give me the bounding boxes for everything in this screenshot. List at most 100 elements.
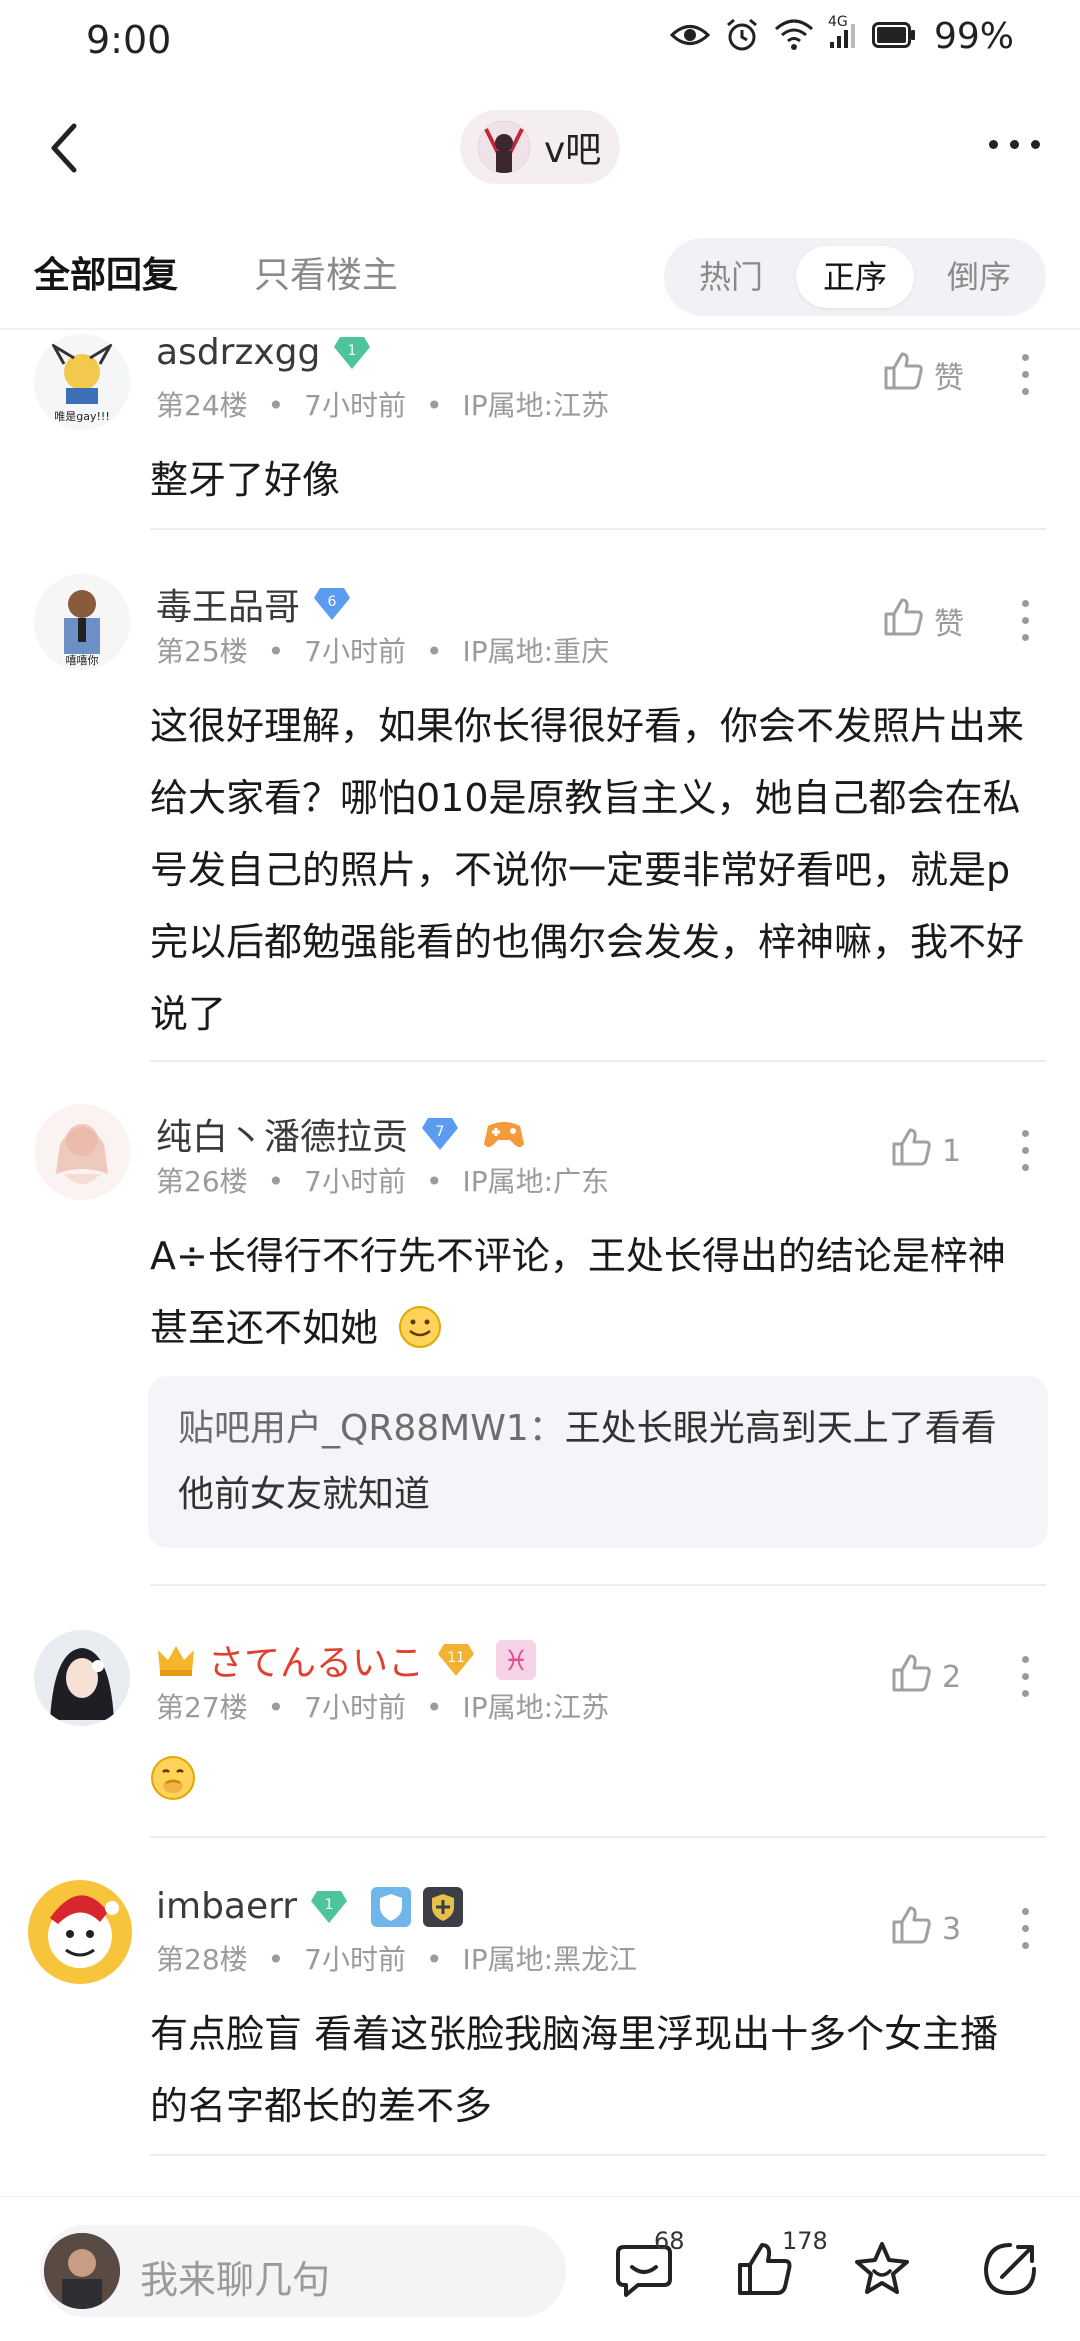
post-time: 7小时前 — [304, 635, 406, 668]
floor-number: 第27楼 — [156, 1691, 248, 1724]
reply-content: A÷长得行不行先不评论，王处长得出的结论是梓神甚至还不如她 — [150, 1220, 1030, 1372]
post-meta: 第26楼 • 7小时前 • IP属地:广东 — [156, 1165, 610, 1198]
divider — [150, 528, 1046, 530]
like-button[interactable]: 1 — [890, 1126, 961, 1176]
post-time: 7小时前 — [304, 1691, 406, 1724]
post-time: 7小时前 — [304, 389, 406, 422]
quoted-reply[interactable]: 贴吧用户_QR88MW1：王处长眼光高到天上了看看他前女友就知道 — [148, 1376, 1048, 1548]
post-meta: 第25楼 • 7小时前 • IP属地:重庆 — [156, 635, 610, 668]
status-bar: 9:00 4G 99% — [0, 0, 1080, 84]
floor-number: 第25楼 — [156, 635, 248, 668]
level-badge: 7 — [420, 1116, 460, 1152]
star-icon[interactable] — [852, 2239, 912, 2303]
username-row: 纯白丶潘德拉贡 7 — [156, 1108, 526, 1160]
kebab-icon[interactable] — [1022, 1130, 1030, 1171]
ip-location: IP属地:广东 — [462, 1165, 610, 1198]
floor-number: 第26楼 — [156, 1165, 248, 1198]
like-label: 赞 — [934, 361, 964, 396]
like-button[interactable]: 赞 — [882, 596, 964, 646]
ip-location: IP属地:黑龙江 — [462, 1943, 638, 1976]
share-icon[interactable] — [980, 2239, 1040, 2303]
status-time: 9:00 — [86, 18, 172, 62]
level-badge: 11 — [436, 1642, 476, 1678]
game-icon — [482, 1116, 526, 1152]
username-row: asdrzxgg 1 — [156, 332, 372, 373]
username[interactable]: imbaerr — [156, 1886, 297, 1927]
avatar[interactable]: 嘻嘻你 — [34, 574, 130, 670]
like-button[interactable]: 赞 — [882, 350, 964, 400]
avatar[interactable] — [26, 1878, 134, 1986]
kebab-icon[interactable] — [1022, 354, 1030, 395]
avatar[interactable] — [34, 1104, 130, 1200]
avatar-caption: 唯是gay!!! — [54, 410, 109, 423]
eye-icon — [669, 20, 711, 54]
battery-percent: 99% — [933, 16, 1014, 57]
sort-hot[interactable]: 热门 — [672, 246, 790, 308]
reply-input[interactable]: 我来聊几句 — [40, 2225, 566, 2317]
comment-count: 68 — [654, 2227, 685, 2255]
like-count: 178 — [782, 2227, 828, 2255]
thumb-up-icon — [890, 1126, 932, 1176]
reply-filter-bar: 全部回复 只看楼主 热门 正序 倒序 — [0, 204, 1080, 330]
post-time: 7小时前 — [304, 1165, 406, 1198]
divider — [150, 1836, 1046, 1838]
like-button[interactable]: 3 — [890, 1904, 961, 1954]
reply-text: A÷长得行不行先不评论，王处长得出的结论是梓神甚至还不如她 — [150, 1234, 1006, 1350]
avatar[interactable] — [34, 1630, 130, 1726]
svg-text:1: 1 — [325, 1897, 334, 1913]
battery-icon — [871, 21, 916, 52]
crown-icon — [156, 1642, 196, 1678]
like-button[interactable]: 2 — [890, 1652, 961, 1702]
divider — [150, 1060, 1046, 1062]
ip-location: IP属地:江苏 — [462, 389, 610, 422]
like-label: 赞 — [934, 607, 964, 642]
sort-descending[interactable]: 倒序 — [920, 246, 1038, 308]
thumb-up-icon — [882, 350, 924, 400]
shield-icon — [371, 1886, 412, 1927]
username-row: 毒王品哥 6 — [156, 578, 352, 630]
ip-location: IP属地:重庆 — [462, 635, 610, 668]
floor-number: 第24楼 — [156, 389, 248, 422]
svg-text:7: 7 — [436, 1124, 445, 1140]
more-icon[interactable] — [989, 140, 1040, 149]
reply-content: 整牙了好像 — [150, 458, 341, 502]
username-row: さてんるいこ 11 ♓ — [156, 1634, 537, 1686]
avatar-caption: 嘻嘻你 — [66, 654, 99, 667]
post-meta: 第27楼 • 7小时前 • IP属地:江苏 — [156, 1691, 610, 1724]
reply-content: 这很好理解，如果你长得很好看，你会不发照片出来给大家看？哪怕010是原教旨主义，… — [150, 704, 1025, 1036]
like-count: 2 — [942, 1659, 962, 1695]
tab-all-replies[interactable]: 全部回复 — [34, 246, 178, 298]
sort-ascending[interactable]: 正序 — [796, 246, 914, 308]
level-badge: 6 — [312, 586, 352, 622]
svg-text:1: 1 — [348, 343, 357, 359]
kebab-icon[interactable] — [1022, 600, 1030, 641]
reply-placeholder: 我来聊几句 — [140, 2258, 331, 2302]
signal-icon: 4G — [828, 14, 858, 54]
avatar[interactable]: 唯是gay!!! — [34, 334, 130, 430]
floor-number: 第28楼 — [156, 1943, 248, 1976]
bottom-action-bar: 我来聊几句 68 178 — [0, 2196, 1080, 2341]
quote-username[interactable]: 贴吧用户_QR88MW1： — [178, 1408, 565, 1449]
thumb-up-icon — [890, 1652, 932, 1702]
username[interactable]: asdrzxgg — [156, 332, 320, 373]
guard-icon — [423, 1886, 464, 1927]
username[interactable]: 毒王品哥 — [156, 578, 300, 630]
status-icons: 4G 99% — [669, 14, 1014, 57]
kebab-icon[interactable] — [1022, 1908, 1030, 1949]
forum-chip[interactable]: v吧 — [460, 110, 620, 184]
avatar — [44, 2233, 120, 2309]
thumb-up-icon — [890, 1904, 932, 1954]
svg-text:6: 6 — [328, 594, 337, 610]
kebab-icon[interactable] — [1022, 1656, 1030, 1697]
username[interactable]: さてんるいこ — [208, 1634, 424, 1686]
divider — [150, 1584, 1046, 1586]
tab-op-only[interactable]: 只看楼主 — [254, 246, 398, 298]
reply-content: 有点脸盲 看着这张脸我脑海里浮现出十多个女主播的名字都长的差不多 — [150, 2012, 999, 2128]
sort-segmented-control: 热门 正序 倒序 — [664, 238, 1046, 316]
nav-bar: v吧 — [0, 84, 1080, 204]
back-icon[interactable] — [44, 120, 84, 176]
username[interactable]: 纯白丶潘德拉贡 — [156, 1108, 408, 1160]
forum-name: v吧 — [544, 130, 602, 171]
username-row: imbaerr 1 — [156, 1886, 464, 1927]
wifi-icon — [774, 19, 814, 55]
